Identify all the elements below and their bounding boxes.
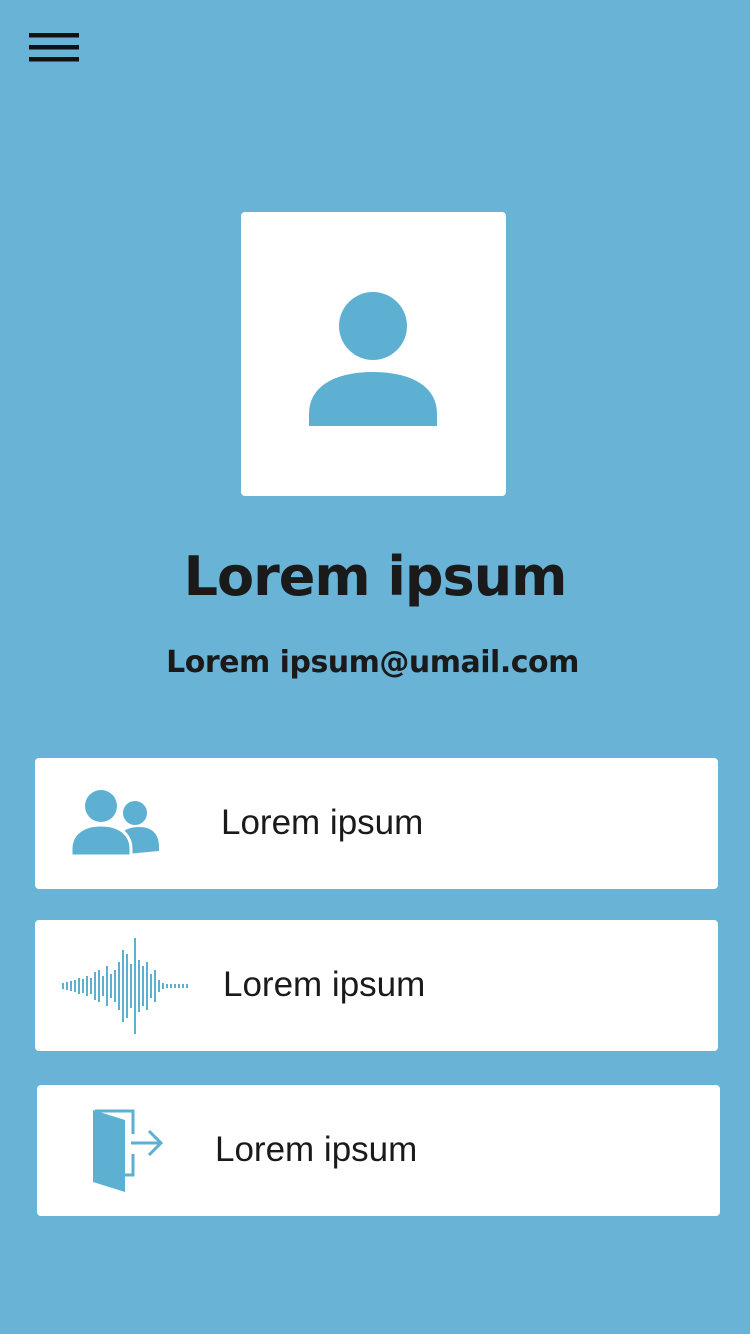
logout-door-icon: [93, 1109, 164, 1192]
users-group-icon: [71, 789, 159, 857]
menu-item-logout[interactable]: Lorem ipsum: [37, 1085, 720, 1216]
profile-avatar[interactable]: [241, 212, 506, 496]
menu-item-label: Lorem ipsum: [215, 1130, 418, 1169]
profile-name: Lorem ipsum: [183, 545, 568, 608]
user-icon: [309, 292, 437, 426]
menu-item-users[interactable]: Lorem ipsum: [35, 758, 718, 889]
profile-email: Lorem ipsum@umail.com: [166, 645, 579, 680]
sound-wave-icon: [62, 937, 188, 1034]
hamburger-menu-icon: [29, 33, 79, 62]
menu-item-label: Lorem ipsum: [221, 803, 424, 842]
menu-item-audio[interactable]: Lorem ipsum: [35, 920, 718, 1051]
menu-item-label: Lorem ipsum: [223, 965, 426, 1004]
menu-button[interactable]: [26, 28, 82, 68]
